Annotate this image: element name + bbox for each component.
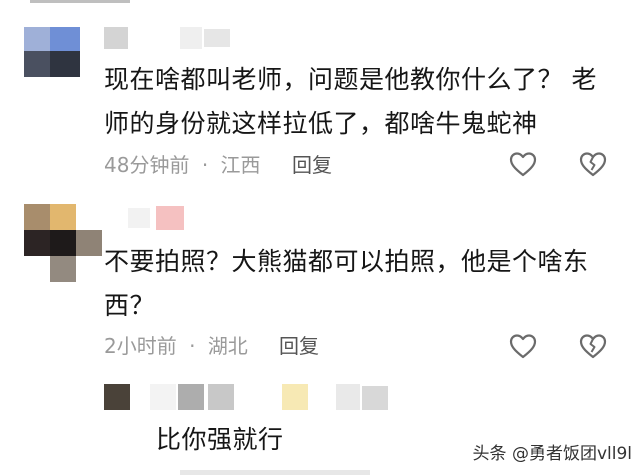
heart-outline-icon[interactable] (508, 331, 538, 361)
partial-next-line (180, 470, 370, 475)
broken-heart-icon[interactable] (578, 149, 608, 179)
comment-meta: 48分钟前 · 江西 (104, 150, 261, 180)
username[interactable] (150, 384, 390, 410)
reply-button[interactable]: 回复 (292, 150, 332, 180)
comment-text-line: 师的身份就这样拉低了，都啥牛鬼蛇神 (104, 109, 538, 138)
reply-button[interactable]: 回复 (279, 331, 319, 361)
location: 江西 (220, 153, 261, 177)
username[interactable] (104, 27, 234, 49)
heart-outline-icon[interactable] (508, 149, 538, 179)
avatar[interactable] (24, 204, 102, 282)
comment-meta: 2小时前 · 湖北 (104, 331, 248, 361)
comment-text: 现在啥都叫老师，问题是他教你什么了？ 老 师的身份就这样拉低了，都啥牛鬼蛇神 (104, 58, 624, 146)
top-partial-content (30, 0, 130, 3)
comment-text-line: 比你强就行 (156, 425, 284, 454)
separator: · (201, 153, 209, 177)
comment-text-line: 西？ (104, 291, 156, 320)
comment-text-line: 现在啥都叫老师，问题是他教你什么了？ 老 (104, 65, 597, 94)
avatar[interactable] (104, 384, 130, 410)
username[interactable] (104, 206, 194, 230)
comment-text: 不要拍照？大熊猫都可以拍照，他是个啥东 西？ (104, 240, 624, 328)
separator: · (189, 334, 196, 358)
timestamp: 2小时前 (104, 334, 177, 358)
comment-text-line: 不要拍照？大熊猫都可以拍照，他是个啥东 (104, 247, 589, 276)
comment-text: 比你强就行 (156, 418, 284, 462)
timestamp: 48分钟前 (104, 153, 190, 177)
avatar[interactable] (24, 27, 80, 77)
watermark: 头条 @勇者饭团vll9l (472, 444, 632, 464)
broken-heart-icon[interactable] (578, 331, 608, 361)
location: 湖北 (207, 334, 248, 358)
